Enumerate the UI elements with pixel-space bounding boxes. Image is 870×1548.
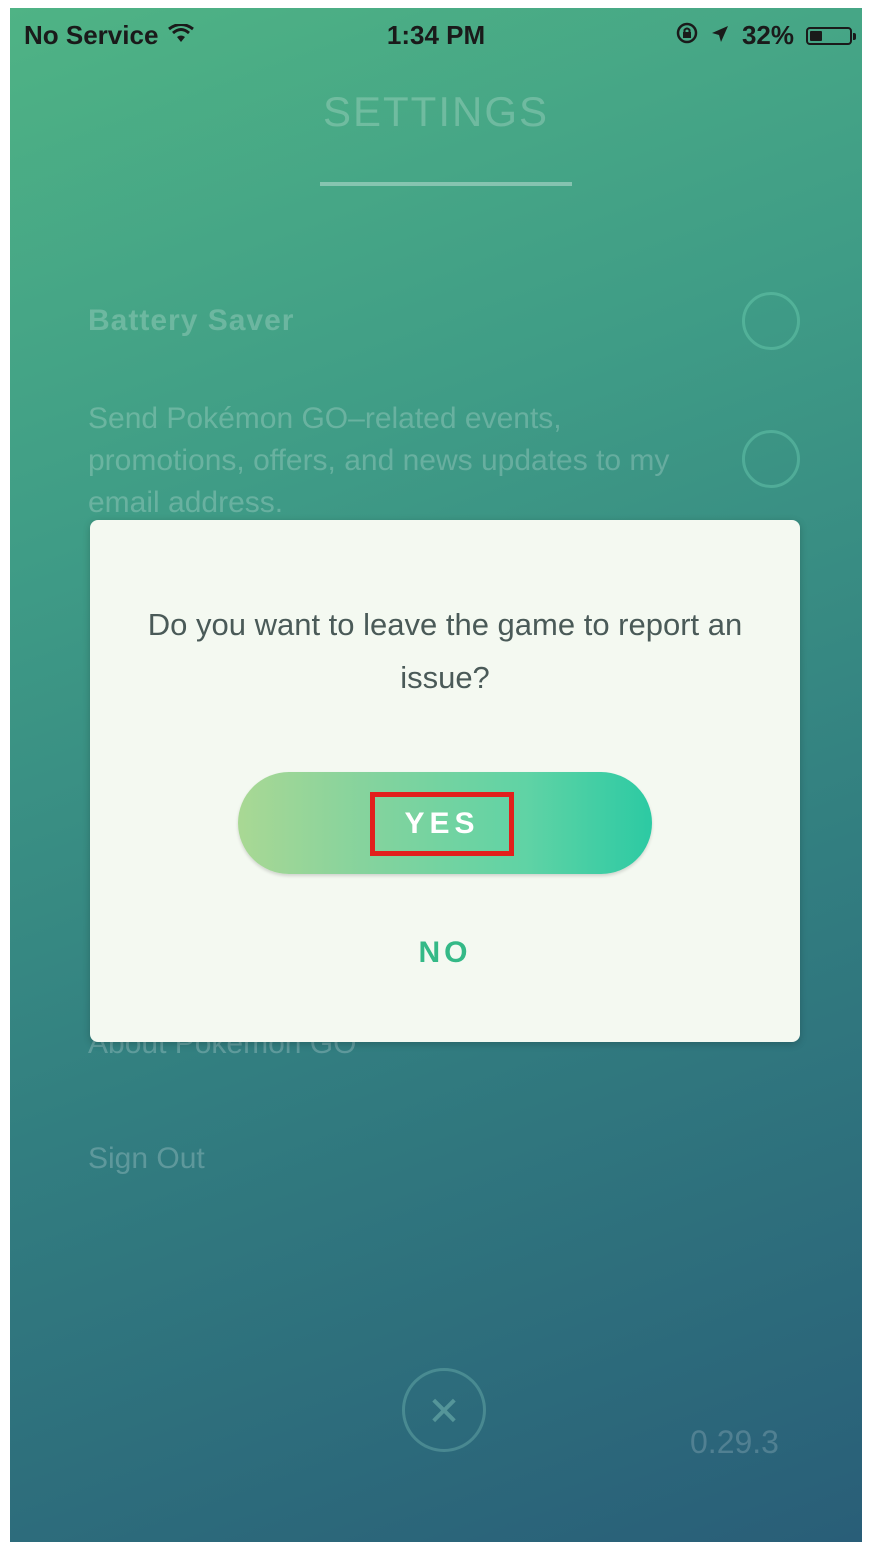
- email-opt-in-label: Send Pokémon GO–related events, promotio…: [88, 402, 670, 519]
- report-issue-dialog: Do you want to leave the game to report …: [90, 520, 800, 1042]
- close-icon: ✕: [427, 1390, 461, 1434]
- battery-icon: [806, 26, 856, 45]
- battery-level: [810, 30, 822, 41]
- location-arrow-icon: [710, 20, 730, 51]
- lock-rotation-icon: [676, 20, 698, 51]
- title-underline: [320, 182, 572, 186]
- yes-button[interactable]: YES: [238, 772, 652, 874]
- status-right: 32%: [676, 20, 856, 51]
- version-label: 0.29.3: [690, 1424, 779, 1460]
- yes-button-label: YES: [370, 792, 514, 856]
- email-opt-in-toggle[interactable]: [742, 430, 800, 488]
- battery-percent: 32%: [741, 20, 794, 50]
- close-button[interactable]: ✕: [402, 1368, 486, 1452]
- status-bar: No Service 1:34 PM 32%: [10, 8, 862, 60]
- no-button[interactable]: NO: [375, 928, 515, 978]
- app-screen: No Service 1:34 PM 32% SETTINGS Battery …: [10, 8, 862, 1542]
- dialog-message: Do you want to leave the game to report …: [147, 607, 743, 695]
- sign-out-link[interactable]: Sign Out: [88, 1138, 205, 1180]
- battery-saver-toggle[interactable]: [742, 292, 800, 350]
- battery-saver-label: Battery Saver: [88, 304, 295, 337]
- page-title: SETTINGS: [322, 88, 550, 135]
